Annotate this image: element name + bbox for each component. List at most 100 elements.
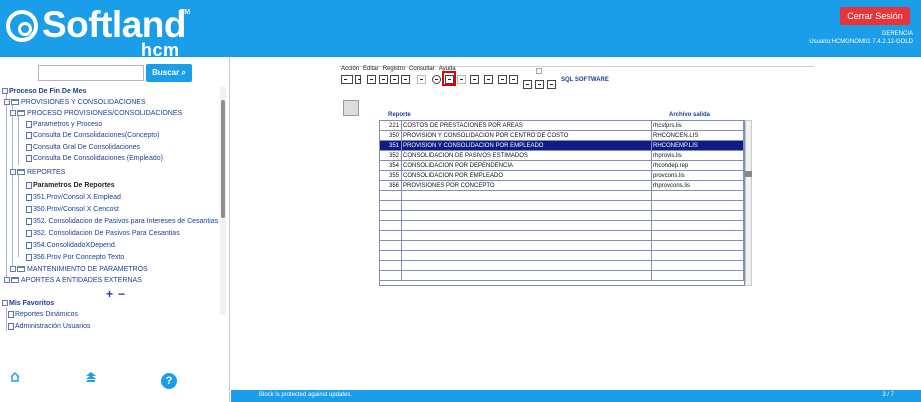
tree-leaf[interactable]: Parametros y Proceso: [26, 120, 102, 130]
exit-icon[interactable]: [470, 75, 479, 84]
tree-leaf[interactable]: 352. Consolidacion De Pasivos Para Cesan…: [26, 229, 180, 239]
tree-leaf[interactable]: 352. Consolidacion de Pasivos para Inter…: [26, 217, 218, 227]
help-icon[interactable]: ?: [161, 373, 177, 389]
report-name-cell[interactable]: [402, 271, 652, 281]
tree-leaf[interactable]: Consulta De Consolidaciones (Empleado): [26, 154, 163, 164]
output-file-cell[interactable]: rhprovis.lis: [652, 151, 744, 161]
home-icon[interactable]: [10, 372, 20, 382]
output-file-cell[interactable]: [652, 261, 744, 271]
table-row[interactable]: 356 PROVISIONES POR CONCEPTO rhprovcons.li…: [380, 181, 744, 191]
report-name-cell[interactable]: CONSOLIDACION POR EMPLEADO: [402, 171, 652, 181]
help-toolbar-icon[interactable]: [509, 75, 518, 84]
favorite-item[interactable]: Administración Usuarios: [8, 322, 90, 332]
report-name-cell[interactable]: [402, 261, 652, 271]
query-icon[interactable]: [484, 75, 493, 84]
report-name-cell[interactable]: CONSOLIDACION POR DEPENDENCIA: [402, 161, 652, 171]
table-row[interactable]: [380, 211, 744, 221]
folder-icon[interactable]: [341, 75, 353, 84]
report-number-cell[interactable]: [380, 241, 402, 251]
output-file-cell[interactable]: [652, 251, 744, 261]
report-name-cell[interactable]: PROVISION Y CONSOLIDACION POR CENTRO DE …: [402, 131, 652, 141]
report-number-cell[interactable]: 352: [380, 151, 402, 161]
table-row[interactable]: 350 PROVISION Y CONSOLIDACION POR CENTRO …: [380, 131, 744, 141]
report-number-cell[interactable]: 355: [380, 171, 402, 181]
tree-leaf[interactable]: 356.Prov Por Concepto Texto: [26, 253, 124, 263]
expand-icon[interactable]: [4, 277, 10, 284]
report-number-cell[interactable]: 350: [380, 131, 402, 141]
report-number-cell[interactable]: [380, 191, 402, 201]
logout-button[interactable]: Cerrar Sesión: [840, 7, 910, 25]
report-name-cell[interactable]: [402, 211, 652, 221]
output-file-cell[interactable]: [652, 271, 744, 281]
output-file-cell[interactable]: [652, 191, 744, 201]
report-number-cell[interactable]: [380, 221, 402, 231]
previous-record-icon[interactable]: [379, 75, 388, 84]
print-icon[interactable]: [498, 75, 507, 84]
undo-icon[interactable]: [432, 75, 441, 84]
report-name-cell[interactable]: [402, 221, 652, 231]
report-name-cell[interactable]: COSTOS DE PRESTACIONES POR AREAS: [402, 121, 652, 131]
table-row[interactable]: [380, 191, 744, 201]
report-name-cell[interactable]: [402, 201, 652, 211]
report-number-cell[interactable]: [380, 211, 402, 221]
favorites-title[interactable]: Mis Favoritos: [2, 299, 54, 309]
table-row[interactable]: 352 CONSOLIDACION DE PASIVOS ESTIMADOS rhp…: [380, 151, 744, 161]
report-number-cell[interactable]: [380, 271, 402, 281]
table-row[interactable]: [380, 241, 744, 251]
output-file-cell[interactable]: rhprovcons.lis: [652, 181, 744, 191]
search-input[interactable]: [38, 65, 144, 81]
tree-root[interactable]: Proceso De Fin De Mes: [2, 87, 86, 97]
report-number-cell[interactable]: 351: [380, 141, 402, 151]
table-row[interactable]: [380, 221, 744, 231]
first-record-icon[interactable]: [367, 75, 376, 84]
collapse-icon[interactable]: [10, 169, 16, 176]
delete-icon[interactable]: [457, 75, 466, 84]
grid-scrollbar-thumb[interactable]: [745, 171, 752, 177]
tree-node[interactable]: PROCESO PROVISIONES/CONSOLIDACIONES: [10, 109, 182, 119]
report-number-cell[interactable]: 221: [380, 121, 402, 131]
zoom-in-icon[interactable]: [523, 80, 532, 89]
report-number-cell[interactable]: 356: [380, 181, 402, 191]
report-number-cell[interactable]: [380, 261, 402, 271]
report-icon[interactable]: [343, 100, 359, 116]
tree-leaf[interactable]: Consulta De Consolidaciones(Concepto): [26, 131, 159, 141]
report-number-cell[interactable]: [380, 231, 402, 241]
expand-icon[interactable]: [10, 266, 16, 273]
tree-leaf[interactable]: 351.Prov/Consol X Emplead: [26, 193, 121, 203]
tree-structure-icon[interactable]: [86, 372, 96, 382]
report-name-cell[interactable]: CONSOLIDACION DE PASIVOS ESTIMADOS: [402, 151, 652, 161]
table-row[interactable]: 355 CONSOLIDACION POR EMPLEADO provcons.li…: [380, 171, 744, 181]
table-row[interactable]: [380, 251, 744, 261]
collapse-icon[interactable]: [10, 110, 16, 117]
insert-icon[interactable]: [417, 75, 426, 84]
grid-scrollbar[interactable]: [745, 120, 752, 286]
split-icon[interactable]: [355, 75, 361, 84]
tree-leaf[interactable]: 350.Prov/Consol X Cencost: [26, 205, 119, 215]
collapse-icon[interactable]: [2, 88, 8, 95]
output-file-cell[interactable]: RHCONCEN.LIS: [652, 131, 744, 141]
tree-node[interactable]: PROVISIONES Y CONSOLIDACIONES: [4, 98, 146, 108]
output-file-cell[interactable]: [652, 221, 744, 231]
output-file-cell[interactable]: [652, 201, 744, 211]
collapse-icon[interactable]: [2, 300, 8, 307]
output-file-cell[interactable]: [652, 231, 744, 241]
collapse-icon[interactable]: [4, 99, 10, 106]
report-number-cell[interactable]: [380, 201, 402, 211]
table-row[interactable]: 351 PROVISION Y CONSOLIDACION POR EMPLEAD…: [380, 141, 744, 151]
report-name-cell[interactable]: PROVISIONES POR CONCEPTO: [402, 181, 652, 191]
search-button[interactable]: Buscar ⌕: [146, 64, 192, 82]
table-row[interactable]: [380, 271, 744, 281]
favorite-item[interactable]: Reportes Dinámicos: [8, 310, 78, 320]
zoom-out-icon[interactable]: [547, 80, 556, 89]
table-row[interactable]: [380, 201, 744, 211]
report-name-cell[interactable]: [402, 251, 652, 261]
tree-node[interactable]: REPORTES: [10, 168, 65, 178]
zoom-icon[interactable]: [535, 80, 544, 89]
tree-scrollbar-thumb[interactable]: [221, 100, 225, 218]
output-file-cell[interactable]: rhcondep.rep: [652, 161, 744, 171]
output-file-cell[interactable]: [652, 241, 744, 251]
tree-node[interactable]: MANTENIMIENTO DE PARAMETROS: [10, 265, 148, 275]
report-number-cell[interactable]: 354: [380, 161, 402, 171]
tree-leaf[interactable]: 354.ConsolidadoXDepend.: [26, 241, 117, 251]
tree-leaf[interactable]: Parametros De Reportes: [26, 181, 115, 191]
